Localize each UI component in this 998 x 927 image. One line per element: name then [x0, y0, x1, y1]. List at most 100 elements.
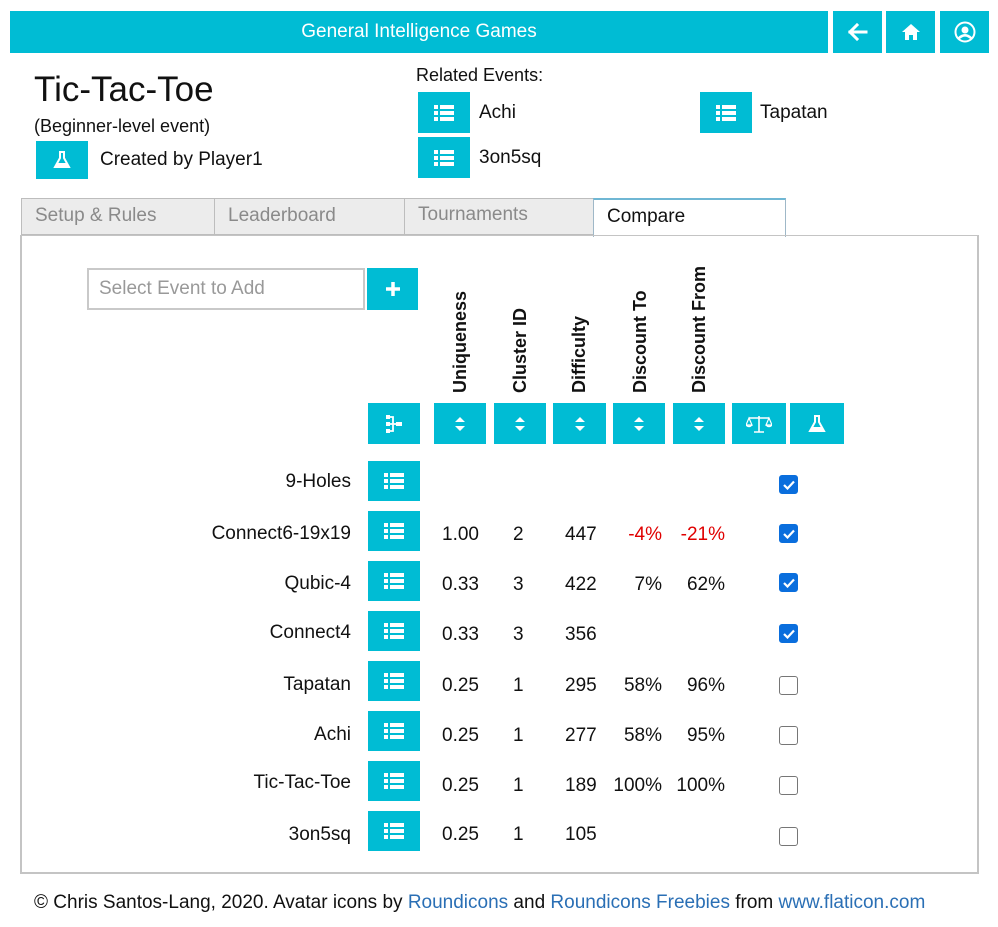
row-name-connect4: Connect4 [269, 622, 351, 643]
list-icon [384, 723, 404, 739]
cell-difficulty: 277 [565, 725, 597, 746]
tab-setup-rules[interactable]: Setup & Rules [21, 198, 215, 235]
event-search-input[interactable] [87, 268, 365, 310]
sort-uniqueness-button[interactable] [434, 403, 486, 444]
compare-panel [20, 235, 979, 874]
flask-icon [808, 414, 826, 432]
hierarchy-sort-button[interactable] [368, 403, 420, 444]
row-checkbox-connect4[interactable] [779, 624, 798, 643]
list-icon [384, 623, 404, 639]
column-header-cluster-id: Cluster ID [510, 307, 530, 393]
cell-uniqueness: 0.33 [442, 574, 479, 595]
flask-icon [53, 151, 71, 168]
cell-difficulty: 422 [565, 574, 597, 595]
sort-icon [574, 416, 585, 431]
related-tapatan-label[interactable]: Tapatan [760, 102, 828, 124]
creator-button[interactable] [36, 141, 88, 179]
row-details-button-achi[interactable] [368, 711, 420, 751]
cell-discount-from: -21% [680, 524, 725, 545]
footer-credits: © Chris Santos-Lang, 2020. Avatar icons … [34, 892, 925, 914]
cell-uniqueness: 0.33 [442, 624, 479, 645]
cell-cluster: 1 [513, 675, 524, 696]
cell-discount-to: -4% [628, 524, 662, 545]
cell-discount-from: 95% [686, 725, 725, 746]
back-button[interactable] [833, 11, 882, 53]
row-name-achi: Achi [314, 724, 351, 745]
cell-cluster: 3 [513, 574, 524, 595]
list-icon [716, 104, 736, 121]
creator-label: Created by Player1 [100, 149, 263, 170]
cell-discount-to: 58% [623, 725, 662, 746]
related-achi-label[interactable]: Achi [479, 102, 516, 124]
row-details-button-tapatan[interactable] [368, 661, 420, 701]
tab-compare[interactable]: Compare [593, 198, 786, 237]
related-tapatan-button[interactable] [700, 92, 752, 133]
row-checkbox-tapatan[interactable] [779, 676, 798, 695]
account-button[interactable] [940, 11, 989, 53]
cell-uniqueness: 0.25 [442, 675, 479, 696]
sort-icon [694, 416, 704, 431]
event-level: (Beginner-level event) [34, 116, 211, 136]
row-details-button-9-holes[interactable] [368, 461, 420, 501]
sort-difficulty-button[interactable] [553, 403, 606, 444]
row-checkbox-connect6[interactable] [779, 524, 798, 543]
list-icon [384, 673, 404, 689]
cell-cluster: 1 [513, 775, 524, 796]
compare-balance-button[interactable] [732, 403, 786, 444]
cell-cluster: 1 [513, 725, 524, 746]
row-checkbox-3on5sq[interactable] [779, 827, 798, 846]
flask-filter-button[interactable] [790, 403, 844, 444]
row-checkbox-qubic-4[interactable] [779, 573, 798, 592]
related-3on5sq-button[interactable] [418, 137, 470, 178]
cell-cluster: 2 [513, 524, 524, 545]
row-checkbox-9-holes[interactable] [779, 475, 798, 494]
event-title: Tic-Tac-Toe [34, 70, 214, 109]
cell-discount-from: 100% [676, 775, 725, 796]
list-icon [384, 573, 404, 589]
list-icon [434, 149, 454, 166]
list-icon [434, 104, 454, 121]
sort-discount-to-button[interactable] [613, 403, 665, 444]
row-details-button-3on5sq[interactable] [368, 811, 420, 851]
plus-icon [385, 282, 400, 296]
row-name-connect6: Connect6-19x19 [211, 523, 351, 544]
cell-cluster: 1 [513, 824, 524, 845]
row-checkbox-tic-tac-toe[interactable] [779, 776, 798, 795]
sort-icon [455, 416, 465, 431]
sort-discount-from-button[interactable] [673, 403, 725, 444]
add-event-button[interactable] [367, 268, 418, 310]
balance-scale-icon [746, 415, 772, 433]
tab-tournaments[interactable]: Tournaments [404, 198, 594, 235]
footer-link-flaticon[interactable]: www.flaticon.com [779, 892, 926, 913]
sort-icon [634, 416, 644, 431]
app-header-title: General Intelligence Games [10, 11, 828, 53]
row-details-button-tic-tac-toe[interactable] [368, 761, 420, 801]
related-achi-button[interactable] [418, 92, 470, 133]
row-name-tapatan: Tapatan [283, 674, 351, 695]
cell-difficulty: 189 [565, 775, 597, 796]
list-icon [384, 773, 404, 789]
cell-discount-to: 100% [613, 775, 662, 796]
cell-uniqueness: 0.25 [442, 775, 479, 796]
footer-link-roundicons[interactable]: Roundicons [408, 892, 508, 913]
tab-leaderboard[interactable]: Leaderboard [214, 198, 405, 235]
hierarchy-icon [386, 414, 402, 433]
home-button[interactable] [886, 11, 935, 53]
row-details-button-connect4[interactable] [368, 611, 420, 651]
sort-cluster-button[interactable] [494, 403, 546, 444]
back-arrow-icon [847, 23, 867, 41]
cell-uniqueness: 1.00 [442, 524, 479, 545]
row-details-button-qubic-4[interactable] [368, 561, 420, 601]
cell-discount-to: 58% [623, 675, 662, 696]
cell-difficulty: 295 [565, 675, 597, 696]
row-details-button-connect6[interactable] [368, 511, 420, 551]
footer-link-roundicons-freebies[interactable]: Roundicons Freebies [550, 892, 730, 913]
cell-uniqueness: 0.25 [442, 725, 479, 746]
column-header-discount-from: Discount From [689, 265, 709, 393]
related-3on5sq-label[interactable]: 3on5sq [479, 147, 541, 169]
row-checkbox-achi[interactable] [779, 726, 798, 745]
sort-icon [515, 416, 525, 431]
list-icon [384, 823, 404, 839]
list-icon [384, 473, 404, 489]
cell-difficulty: 356 [565, 624, 597, 645]
